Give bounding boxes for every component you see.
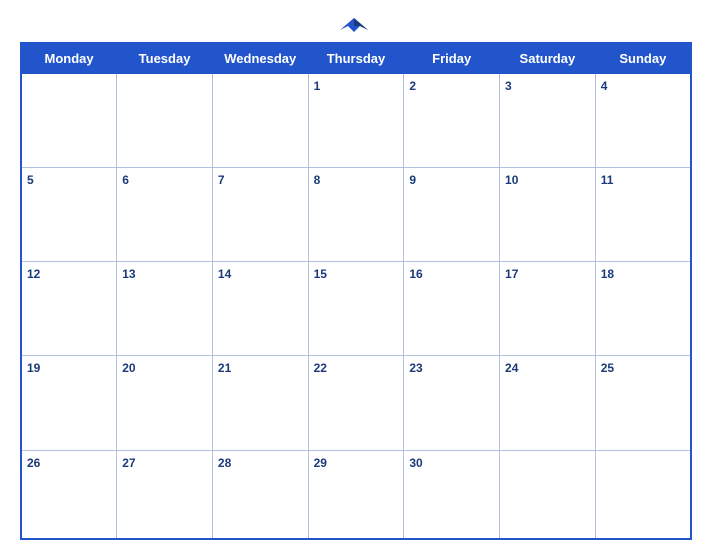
day-number: 30 (409, 456, 422, 470)
day-number: 25 (601, 361, 614, 375)
calendar-cell: 6 (117, 168, 213, 262)
calendar-cell: 25 (595, 356, 691, 450)
day-number: 28 (218, 456, 231, 470)
calendar-cell: 26 (21, 450, 117, 539)
calendar-cell: 7 (212, 168, 308, 262)
calendar-cell: 15 (308, 262, 404, 356)
calendar-cell (595, 450, 691, 539)
day-number: 16 (409, 267, 422, 281)
calendar-cell: 13 (117, 262, 213, 356)
calendar-cell (212, 74, 308, 168)
weekday-saturday: Saturday (500, 43, 596, 74)
day-number: 2 (409, 79, 416, 93)
calendar-cell: 10 (500, 168, 596, 262)
calendar-week-3: 12 13 14 15 16 17 18 (21, 262, 691, 356)
calendar-cell: 3 (500, 74, 596, 168)
calendar-cell: 9 (404, 168, 500, 262)
day-number: 8 (314, 173, 321, 187)
calendar-cell: 21 (212, 356, 308, 450)
calendar-cell: 8 (308, 168, 404, 262)
day-number: 10 (505, 173, 518, 187)
day-number: 27 (122, 456, 135, 470)
day-number: 9 (409, 173, 416, 187)
day-number: 15 (314, 267, 327, 281)
weekday-monday: Monday (21, 43, 117, 74)
day-number: 22 (314, 361, 327, 375)
day-number: 20 (122, 361, 135, 375)
calendar-cell: 5 (21, 168, 117, 262)
day-number: 18 (601, 267, 614, 281)
calendar-cell: 29 (308, 450, 404, 539)
day-number: 12 (27, 267, 40, 281)
day-number: 5 (27, 173, 34, 187)
calendar-cell: 4 (595, 74, 691, 168)
weekday-tuesday: Tuesday (117, 43, 213, 74)
calendar-cell: 18 (595, 262, 691, 356)
day-number: 4 (601, 79, 608, 93)
calendar-cell: 19 (21, 356, 117, 450)
calendar-cell: 17 (500, 262, 596, 356)
calendar-cell: 30 (404, 450, 500, 539)
calendar-cell (500, 450, 596, 539)
calendar-cell: 22 (308, 356, 404, 450)
day-number: 11 (601, 173, 614, 187)
calendar-cell: 1 (308, 74, 404, 168)
day-number: 29 (314, 456, 327, 470)
calendar-week-4: 19 20 21 22 23 24 25 (21, 356, 691, 450)
day-number: 24 (505, 361, 518, 375)
calendar-week-2: 5 6 7 8 9 10 11 (21, 168, 691, 262)
weekday-sunday: Sunday (595, 43, 691, 74)
calendar-table: MondayTuesdayWednesdayThursdayFridaySatu… (20, 42, 692, 540)
calendar-cell: 14 (212, 262, 308, 356)
weekday-wednesday: Wednesday (212, 43, 308, 74)
day-number: 26 (27, 456, 40, 470)
calendar-cell: 24 (500, 356, 596, 450)
calendar-week-1: 1 2 3 4 (21, 74, 691, 168)
calendar-cell: 2 (404, 74, 500, 168)
weekday-friday: Friday (404, 43, 500, 74)
calendar-cell: 28 (212, 450, 308, 539)
day-number: 23 (409, 361, 422, 375)
calendar-cell: 16 (404, 262, 500, 356)
calendar-cell: 27 (117, 450, 213, 539)
calendar-week-5: 26 27 28 29 30 (21, 450, 691, 539)
day-number: 14 (218, 267, 231, 281)
day-number: 17 (505, 267, 518, 281)
day-number: 6 (122, 173, 129, 187)
day-number: 19 (27, 361, 40, 375)
weekday-header-row: MondayTuesdayWednesdayThursdayFridaySatu… (21, 43, 691, 74)
weekday-thursday: Thursday (308, 43, 404, 74)
calendar-cell (21, 74, 117, 168)
logo-bird-icon (340, 16, 368, 34)
day-number: 1 (314, 79, 321, 93)
day-number: 13 (122, 267, 135, 281)
calendar-cell: 11 (595, 168, 691, 262)
logo (340, 16, 372, 34)
calendar-cell: 23 (404, 356, 500, 450)
calendar-header (20, 10, 692, 36)
calendar-cell (117, 74, 213, 168)
day-number: 7 (218, 173, 225, 187)
calendar-cell: 20 (117, 356, 213, 450)
day-number: 3 (505, 79, 512, 93)
day-number: 21 (218, 361, 231, 375)
calendar-cell: 12 (21, 262, 117, 356)
